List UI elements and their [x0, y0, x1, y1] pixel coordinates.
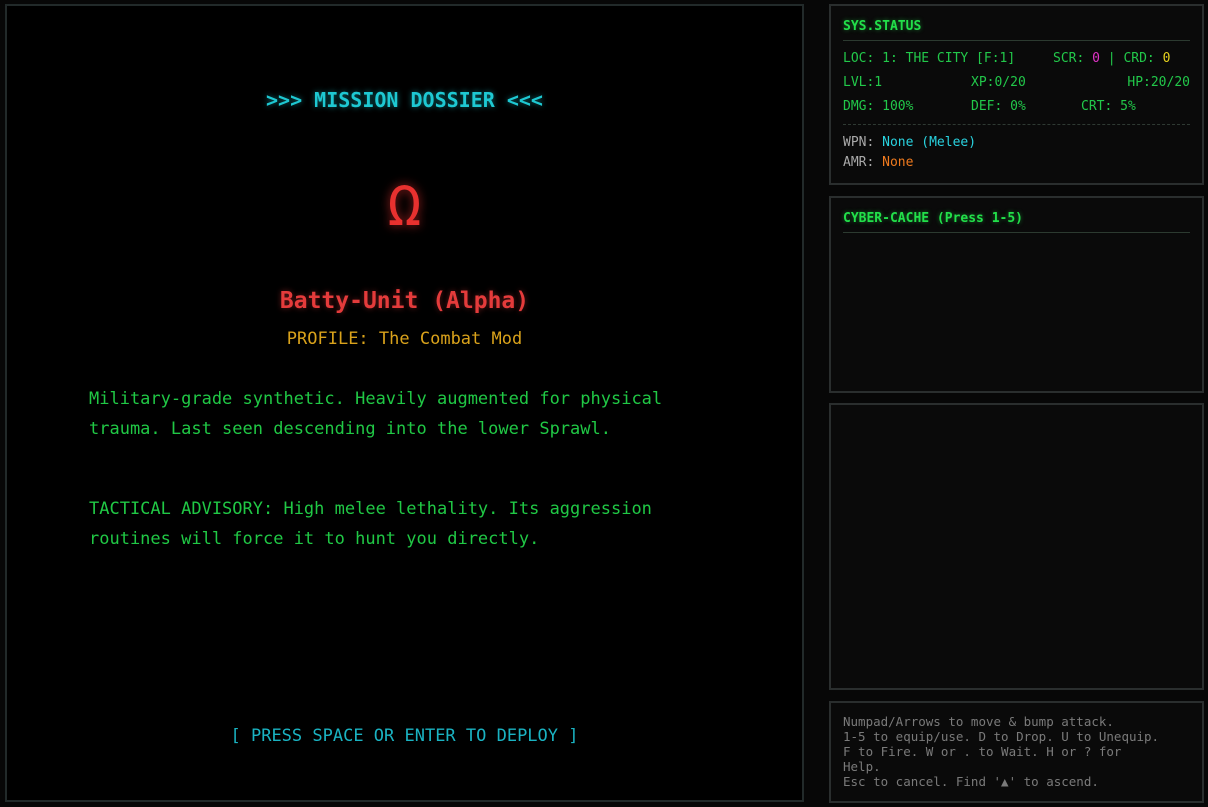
weapon-value: None (Melee) — [882, 135, 977, 150]
dossier-title: >>> MISSION DOSSIER <<< — [266, 88, 543, 112]
stat-separator: | — [1107, 51, 1116, 66]
cyber-cache-header: CYBER-CACHE (Press 1-5) — [843, 211, 1190, 233]
crit-stat: CRT: 5% — [1081, 99, 1136, 114]
cyber-cache-panel[interactable]: CYBER-CACHE (Press 1-5) — [829, 196, 1204, 393]
armor-value: None — [882, 155, 914, 170]
profile-value: The Combat Mod — [378, 329, 523, 349]
weapon-label: WPN: — [843, 135, 875, 150]
score-stat: SCR: 0 | CRD: 0 — [1053, 51, 1170, 66]
controls-help-panel: Numpad/Arrows to move & bump attack. 1-5… — [829, 701, 1204, 803]
tactical-advisory: TACTICAL ADVISORY: High melee lethality.… — [89, 499, 652, 549]
game-screen: >>> MISSION DOSSIER <<< Ω Batty-Unit (Al… — [0, 0, 1208, 807]
score-value: 0 — [1092, 51, 1100, 66]
score-label: SCR: — [1053, 51, 1085, 66]
enemy-unit-name: Batty-Unit (Alpha) — [279, 288, 530, 314]
enemy-description: Military-grade synthetic. Heavily augmen… — [89, 389, 663, 439]
defense-stat: DEF: 0% — [971, 99, 1026, 114]
loc-value: 1: THE CITY [F:1] — [882, 51, 1016, 66]
mission-dossier-panel: >>> MISSION DOSSIER <<< Ω Batty-Unit (Al… — [5, 4, 804, 802]
sys-status-header: SYS.STATUS — [843, 19, 1190, 41]
loc-label: LOC: — [843, 51, 875, 66]
message-log-panel — [829, 403, 1204, 690]
armor-row: AMR: None — [843, 155, 1190, 170]
credits-value: 0 — [1162, 51, 1171, 66]
enemy-profile: PROFILE: The Combat Mod — [7, 329, 802, 349]
sys-status-panel: SYS.STATUS LOC: 1: THE CITY [F:1] SCR: 0… — [829, 4, 1204, 185]
credits-label: CRD: — [1123, 51, 1155, 66]
loc-stat: LOC: 1: THE CITY [F:1] — [843, 51, 1015, 66]
status-divider — [843, 124, 1190, 125]
xp-stat: XP:0/20 — [971, 75, 1026, 90]
armor-label: AMR: — [843, 155, 875, 170]
hp-stat: HP:20/20 — [1127, 75, 1190, 90]
deploy-prompt[interactable]: [ PRESS SPACE OR ENTER TO DEPLOY ] — [7, 726, 802, 746]
level-stat: LVL:1 — [843, 75, 883, 90]
omega-enemy-icon: Ω — [387, 174, 422, 239]
controls-help-text: Numpad/Arrows to move & bump attack. 1-5… — [843, 714, 1160, 789]
profile-label: PROFILE: — [286, 329, 369, 349]
weapon-row: WPN: None (Melee) — [843, 135, 1190, 150]
damage-stat: DMG: 100% — [843, 99, 914, 114]
